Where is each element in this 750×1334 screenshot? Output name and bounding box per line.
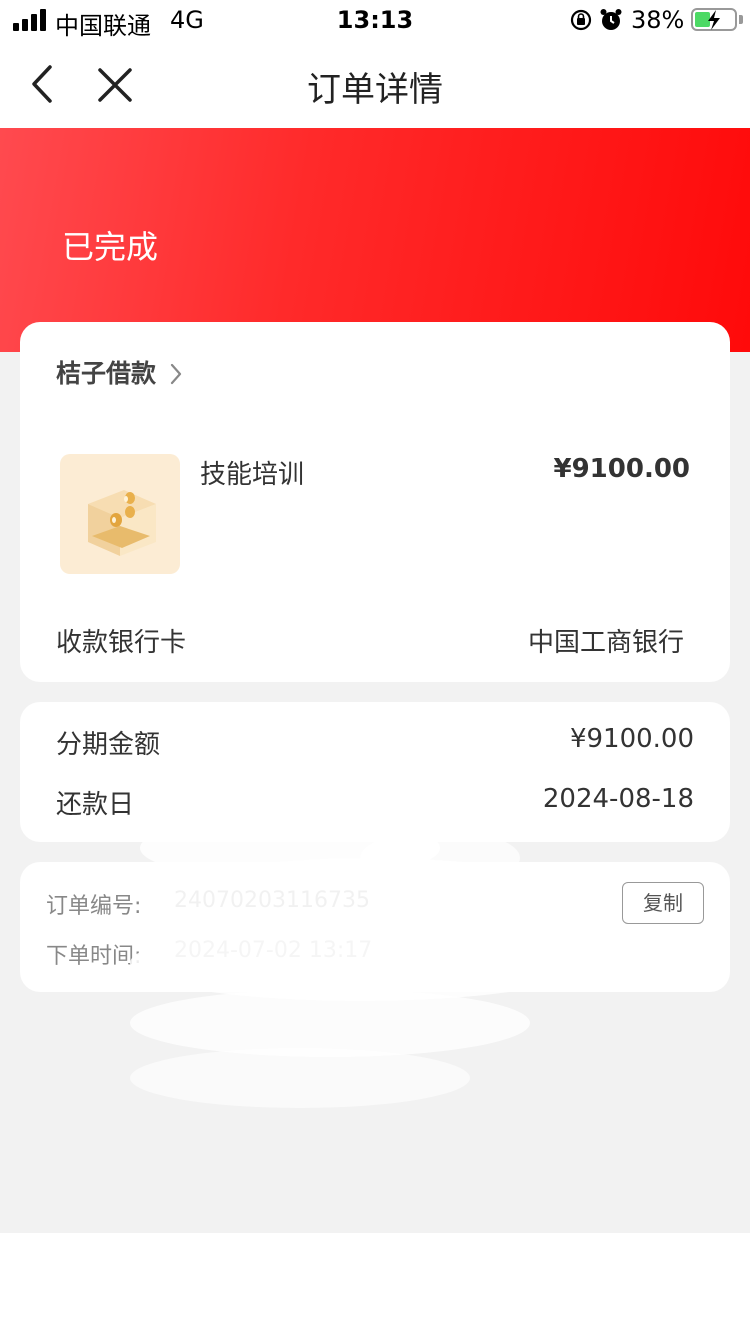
- status-banner: 已完成: [0, 128, 750, 352]
- order-card: 桔子借款 技能培训 ¥9100.00 收款银行卡 中国工商银行: [20, 322, 730, 682]
- product-name: 技能培训: [200, 460, 305, 490]
- copy-button[interactable]: 复制: [622, 882, 704, 924]
- repayment-date-label: 还款日: [56, 790, 135, 820]
- repayment-date-value: 2024-08-18: [542, 784, 694, 814]
- order-number-label: 订单编号:: [46, 894, 142, 919]
- alarm-icon: [600, 9, 622, 30]
- order-info-card: 订单编号: 24070203116735 复制 下单时间: 2024-07-02…: [20, 862, 730, 992]
- order-number-value: 24070203116735: [174, 888, 370, 913]
- page-body: 已完成 桔子借款 技能培训 ¥9100.00 收款银行卡 中国工商银行 分期金额…: [0, 128, 750, 1233]
- bank-card-label: 收款银行卡: [56, 628, 187, 658]
- order-status: 已完成: [62, 228, 159, 266]
- rotation-lock-icon: [570, 9, 592, 31]
- order-time-value: 2024-07-02 13:17: [174, 938, 373, 963]
- battery-charging-icon: [691, 8, 737, 31]
- nav-bar: 订单详情: [0, 40, 750, 128]
- installment-amount-label: 分期金额: [56, 730, 161, 760]
- merchant-name[interactable]: 桔子借款: [56, 354, 156, 390]
- installment-card: 分期金额 ¥9100.00 还款日 2024-08-18: [20, 702, 730, 842]
- chevron-right-icon[interactable]: [168, 362, 184, 386]
- coin-box-icon: [60, 454, 180, 574]
- status-bar: 中国联通 4G 13:13 38%: [0, 0, 750, 40]
- page-title: 订单详情: [307, 70, 443, 110]
- product-price: ¥9100.00: [553, 454, 690, 484]
- battery-percent: 38%: [631, 6, 685, 34]
- battery-cap: [739, 15, 743, 24]
- bank-card-value: 中国工商银行: [527, 628, 684, 658]
- installment-amount-value: ¥9100.00: [569, 724, 694, 754]
- order-time-label: 下单时间:: [46, 944, 142, 969]
